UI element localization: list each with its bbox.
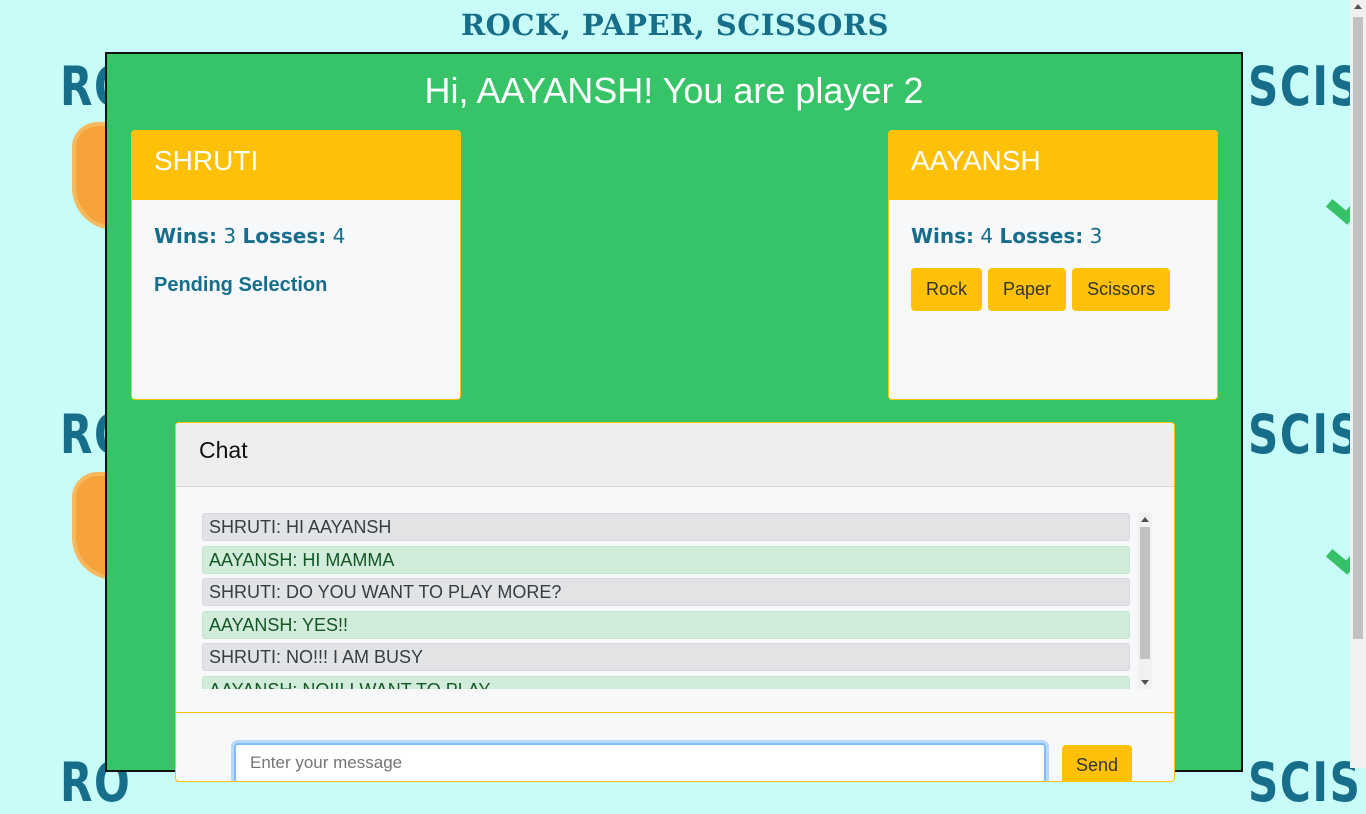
message-list[interactable]: SHRUTI: HI AAYANSH AAYANSH: HI MAMMA SHR… (202, 513, 1152, 689)
scroll-thumb[interactable] (1353, 17, 1363, 639)
player1-card: SHRUTI Wins: 3 Losses: 4 Pending Selecti… (131, 130, 461, 400)
greeting-heading: Hi, AAYANSH! You are player 2 (424, 70, 924, 111)
player1-wins: 3 (223, 224, 237, 248)
background-word: SCIS (1248, 751, 1362, 814)
site-title: ROCK, PAPER, SCISSORS (461, 8, 889, 42)
chat-title: Chat (176, 423, 1174, 487)
paper-button[interactable]: Paper (988, 268, 1067, 311)
player1-stats: Wins: 3 Losses: 4 (154, 224, 438, 248)
player1-losses: 4 (332, 224, 346, 248)
chat-body: SHRUTI: HI AAYANSH AAYANSH: HI MAMMA SHR… (176, 487, 1174, 713)
losses-label: Losses: (242, 224, 327, 248)
scroll-thumb[interactable] (1140, 527, 1150, 659)
choice-buttons: Rock Paper Scissors (911, 268, 1195, 311)
player2-name: AAYANSH (889, 131, 1217, 200)
chat-message: SHRUTI: NO!!! I AM BUSY (202, 643, 1130, 671)
page-scrollbar[interactable] (1350, 0, 1366, 768)
chat-message: SHRUTI: DO YOU WANT TO PLAY MORE? (202, 578, 1130, 606)
background-word: SCIS (1248, 55, 1362, 118)
player2-card: AAYANSH Wins: 4 Losses: 3 Rock Paper Sci… (888, 130, 1218, 400)
chat-message: AAYANSH: YES!! (202, 610, 1130, 639)
background-word: SCIS (1248, 403, 1362, 466)
message-input[interactable] (234, 743, 1046, 781)
chat-message: SHRUTI: HI AAYANSH (202, 513, 1130, 541)
scroll-up-icon[interactable] (1354, 4, 1362, 9)
message-scrollbar[interactable] (1138, 513, 1152, 689)
chat-message: AAYANSH: HI MAMMA (202, 545, 1130, 574)
player1-name: SHRUTI (132, 131, 460, 200)
player2-wins: 4 (980, 224, 994, 248)
rock-button[interactable]: Rock (911, 268, 983, 311)
losses-label: Losses: (999, 224, 1084, 248)
chat-card: Chat SHRUTI: HI AAYANSH AAYANSH: HI MAMM… (175, 422, 1175, 782)
player1-status: Pending Selection (154, 274, 328, 296)
player2-losses: 3 (1089, 224, 1103, 248)
scroll-down-icon[interactable] (1141, 680, 1149, 685)
player2-stats: Wins: 4 Losses: 3 (911, 224, 1195, 248)
wins-label: Wins: (911, 224, 975, 248)
game-panel: Hi, AAYANSH! You are player 2 SHRUTI Win… (105, 52, 1243, 782)
scroll-up-icon[interactable] (1141, 517, 1149, 522)
send-button[interactable]: Send (1062, 745, 1133, 781)
scissors-button[interactable]: Scissors (1072, 268, 1171, 311)
chat-message: AAYANSH: NO!!! I WANT TO PLAY (202, 675, 1130, 689)
wins-label: Wins: (154, 224, 218, 248)
